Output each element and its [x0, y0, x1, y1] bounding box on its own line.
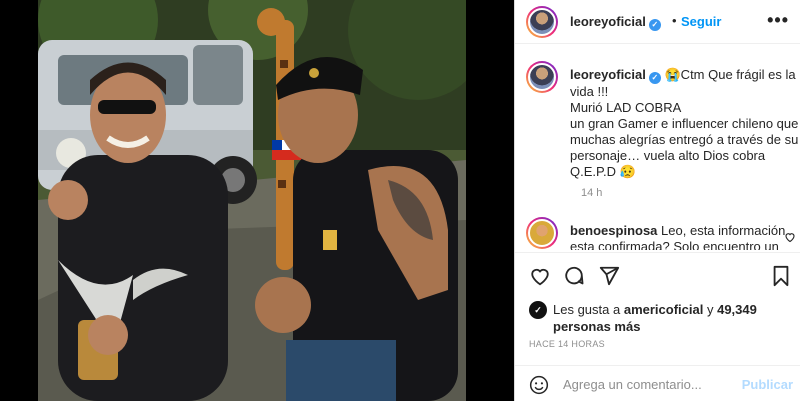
post-header: leoreyoficial ✓ • Seguir •••	[515, 0, 800, 44]
post-photo[interactable]	[38, 0, 466, 401]
bookmark-icon[interactable]	[771, 265, 791, 287]
verified-badge-icon: ✓	[648, 19, 661, 31]
post-timestamp[interactable]: HACE 14 HORAS	[529, 339, 605, 349]
author-avatar[interactable]	[526, 6, 558, 38]
more-options-icon[interactable]: •••	[767, 10, 789, 31]
caption-username[interactable]: leoreyoficial	[570, 67, 646, 82]
caption-text: 😭Ctm Que frágil es la vida !!! Murió LAD…	[570, 67, 799, 179]
action-bar	[515, 252, 800, 296]
post-image	[38, 0, 466, 401]
add-comment-bar: Publicar	[515, 365, 800, 401]
comment-input[interactable]	[563, 375, 743, 393]
header-separator: •	[672, 13, 677, 28]
caption-body: leoreyoficial ✓ 😭Ctm Que frágil es la vid…	[570, 67, 800, 180]
author-username[interactable]: leoreyoficial ✓	[570, 14, 661, 31]
caption-avatar[interactable]	[526, 61, 558, 93]
author-username-text[interactable]: leoreyoficial	[570, 14, 646, 29]
liker-avatar[interactable]: ✓	[529, 301, 547, 319]
liker-username[interactable]: americoficial	[624, 302, 704, 317]
emoji-icon[interactable]	[529, 375, 549, 395]
small-heart-icon[interactable]	[784, 231, 796, 243]
comment-icon[interactable]	[563, 265, 585, 287]
heart-icon[interactable]	[529, 265, 551, 287]
likes-prefix: Les gusta a	[553, 302, 621, 317]
commenter-username[interactable]: benoespinosa	[570, 223, 657, 238]
likes-joiner: y	[706, 302, 714, 317]
follow-button[interactable]: Seguir	[681, 14, 721, 29]
post-side-panel: leoreyoficial ✓ • Seguir ••• leoreyoficia…	[514, 0, 800, 401]
share-icon[interactable]	[598, 265, 620, 287]
verified-badge-icon: ✓	[648, 72, 661, 84]
comment-body: benoespinosa Leo, esta información esta …	[570, 223, 788, 250]
comments-list[interactable]: leoreyoficial ✓ 😭Ctm Que frágil es la vid…	[515, 57, 800, 250]
post-comment-button[interactable]: Publicar	[742, 377, 793, 392]
caption-time[interactable]: 14 h	[581, 187, 602, 199]
commenter-avatar[interactable]	[526, 217, 558, 249]
likes-text: Les gusta a americoficial y 49,349 perso…	[553, 301, 793, 335]
